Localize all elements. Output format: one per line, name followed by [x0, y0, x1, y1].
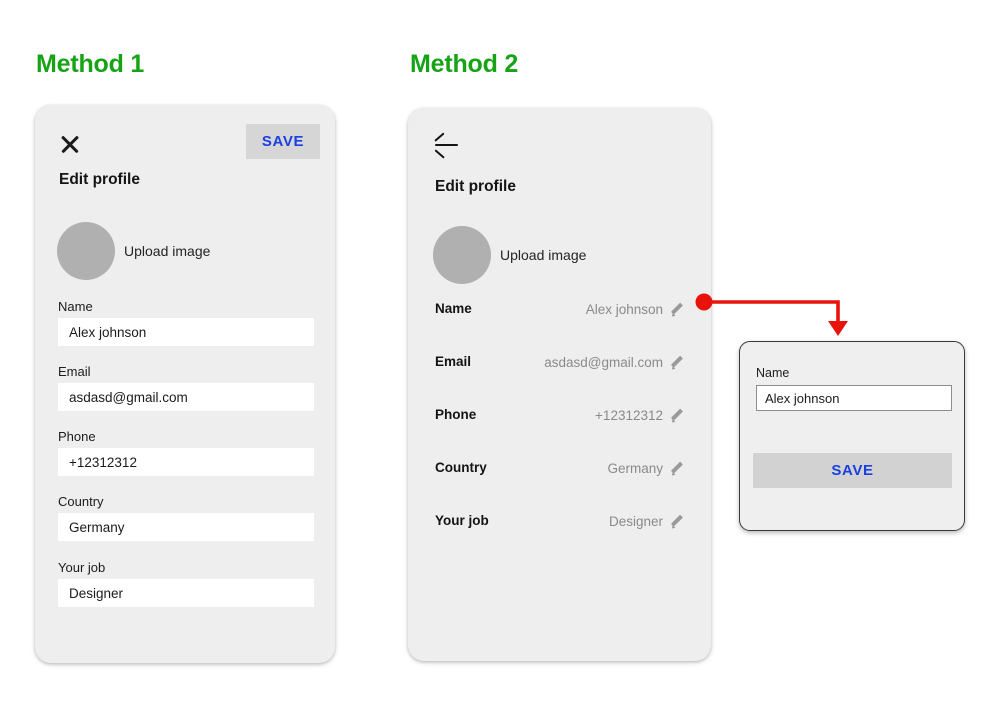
avatar[interactable] [57, 222, 115, 280]
method-1-title: Method 1 [36, 50, 144, 79]
arrow-left-icon[interactable] [434, 134, 460, 156]
field-group-name: Name [58, 299, 314, 346]
row-value-phone: +12312312 [595, 408, 663, 423]
field-label-country: Country [58, 494, 314, 509]
row-value-name: Alex johnson [586, 302, 663, 317]
row-label-email: Email [435, 354, 471, 369]
edit-profile-heading: Edit profile [59, 171, 140, 189]
row-label-name: Name [435, 301, 472, 316]
name-input[interactable] [58, 318, 314, 346]
field-label-phone: Phone [58, 429, 314, 444]
edit-profile-heading: Edit profile [435, 178, 516, 196]
row-value-country: Germany [607, 461, 663, 476]
list-row-name[interactable]: Name Alex johnson [435, 301, 685, 323]
dialog-save-button[interactable]: SAVE [753, 453, 952, 488]
email-input[interactable] [58, 383, 314, 411]
list-row-job[interactable]: Your job Designer [435, 513, 685, 535]
row-value-email: asdasd@gmail.com [544, 355, 663, 370]
field-label-name: Name [58, 299, 314, 314]
avatar[interactable] [433, 226, 491, 284]
row-value-job: Designer [609, 514, 663, 529]
dialog-name-input[interactable] [756, 385, 952, 411]
field-group-country: Country [58, 494, 314, 541]
job-input[interactable] [58, 579, 314, 607]
list-row-country[interactable]: Country Germany [435, 460, 685, 482]
upload-image-label[interactable]: Upload image [124, 243, 210, 259]
dialog-field-label: Name [756, 366, 952, 380]
pencil-icon[interactable] [670, 462, 685, 477]
pencil-icon[interactable] [670, 409, 685, 424]
method-2-title: Method 2 [410, 50, 518, 79]
pencil-icon[interactable] [670, 515, 685, 530]
field-group-phone: Phone [58, 429, 314, 476]
country-input[interactable] [58, 513, 314, 541]
phone-input[interactable] [58, 448, 314, 476]
save-button[interactable]: SAVE [246, 124, 320, 159]
list-row-email[interactable]: Email asdasd@gmail.com [435, 354, 685, 376]
upload-image-label[interactable]: Upload image [500, 247, 586, 263]
dialog-field-group: Name [756, 366, 952, 411]
field-label-job: Your job [58, 560, 314, 575]
method-2-card: Edit profile Upload image Name Alex john… [408, 108, 711, 661]
pencil-icon[interactable] [670, 356, 685, 371]
list-row-phone[interactable]: Phone +12312312 [435, 407, 685, 429]
row-label-country: Country [435, 460, 487, 475]
method-1-card: SAVE Edit profile Upload image Name Emai… [35, 105, 335, 663]
field-label-email: Email [58, 364, 314, 379]
field-group-job: Your job [58, 560, 314, 607]
screenshot-canvas: Method 1 SAVE Edit profile Upload image … [0, 0, 1000, 706]
edit-name-dialog: Name SAVE [739, 341, 965, 531]
close-icon[interactable] [59, 133, 81, 155]
field-group-email: Email [58, 364, 314, 411]
row-label-job: Your job [435, 513, 489, 528]
pencil-icon[interactable] [670, 303, 685, 318]
row-label-phone: Phone [435, 407, 476, 422]
